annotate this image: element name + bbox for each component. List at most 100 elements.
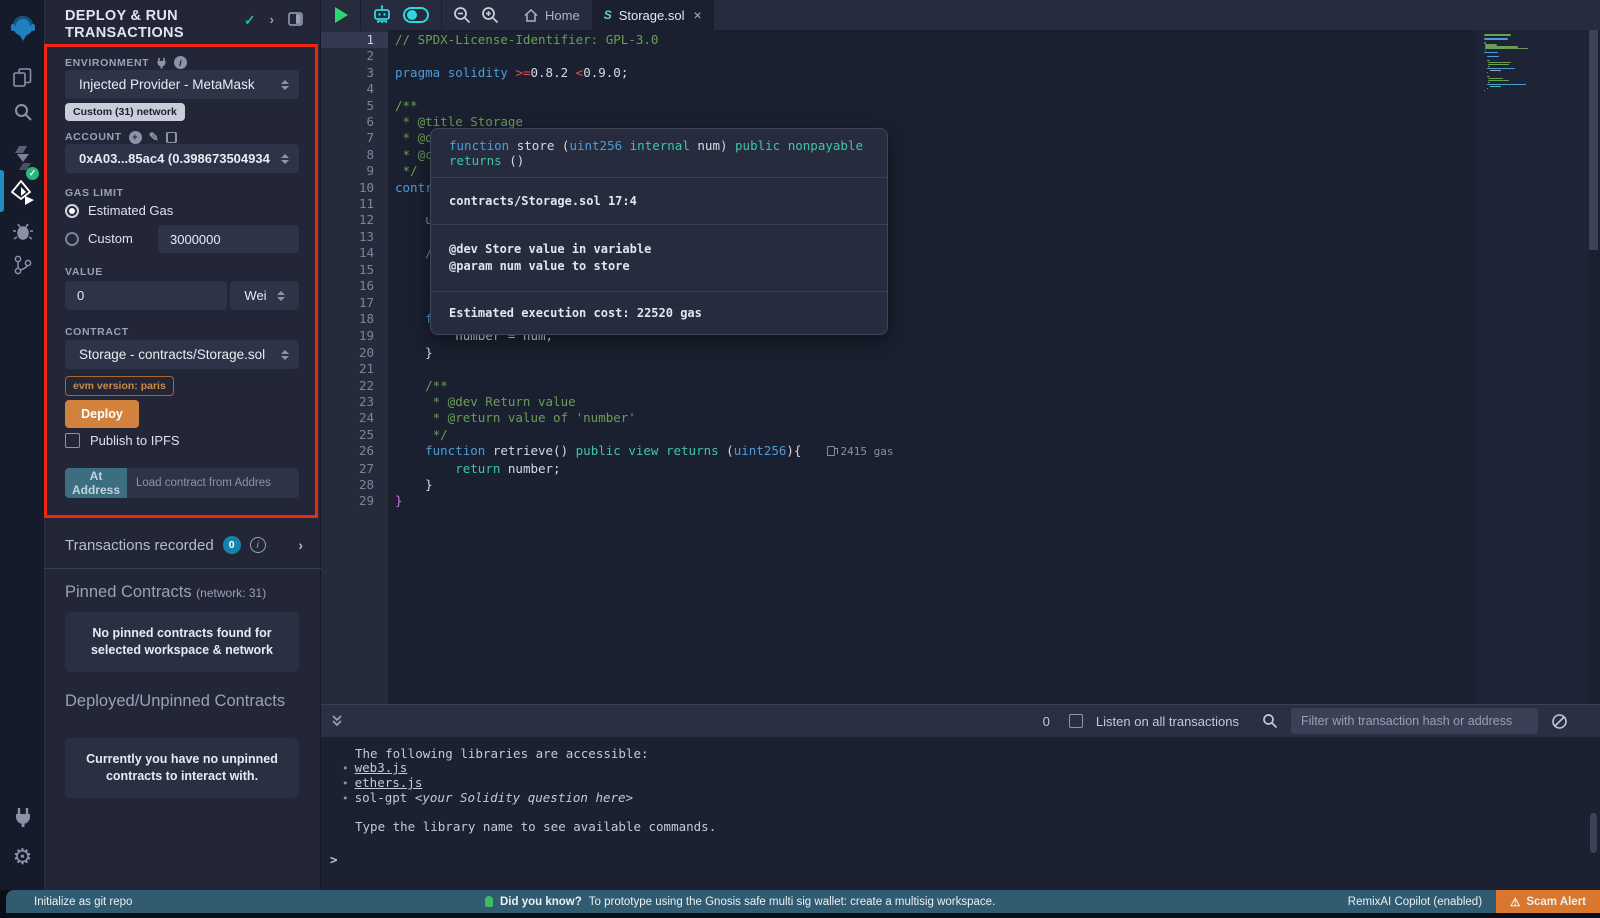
line-number: 16 — [321, 278, 388, 294]
zoom-out-icon[interactable] — [453, 6, 471, 24]
file-explorer-icon[interactable] — [0, 60, 45, 94]
publish-ipfs-row[interactable]: Publish to IPFS — [65, 433, 180, 448]
add-account-icon[interactable]: + — [129, 131, 142, 144]
window-bottom-edge — [0, 913, 1600, 918]
close-tab-icon[interactable]: × — [693, 7, 701, 23]
code-line[interactable]: 27 return number; — [321, 461, 1470, 477]
run-script-play-button[interactable] — [335, 7, 348, 23]
custom-gas-radio[interactable] — [65, 232, 79, 246]
activity-bar: ✓ ⚙ — [0, 0, 45, 890]
fork-environment-icon[interactable] — [156, 57, 167, 69]
pin-panel-icon[interactable] — [288, 12, 303, 26]
estimated-gas-option[interactable]: Estimated Gas — [65, 203, 173, 218]
terminal-scrollbar[interactable] — [1590, 813, 1597, 853]
warning-icon: ⚠ — [1510, 895, 1520, 909]
terminal-prompt[interactable]: > — [330, 852, 338, 867]
settings-gear-icon[interactable]: ⚙ — [0, 840, 45, 874]
publish-ipfs-checkbox[interactable] — [65, 433, 80, 448]
listen-all-checkbox[interactable] — [1069, 714, 1083, 728]
code-line[interactable]: 29} — [321, 493, 1470, 509]
tab-home[interactable]: Home — [512, 0, 592, 30]
editor-scrollbar[interactable] — [1589, 30, 1598, 250]
library-link[interactable]: ethers.js — [355, 776, 423, 790]
transactions-expand-icon[interactable]: › — [298, 537, 303, 553]
clear-console-icon[interactable] — [1551, 713, 1568, 730]
tooltip-location: contracts/Storage.sol 17:4 — [431, 177, 887, 224]
library-link[interactable]: web3.js — [355, 761, 408, 775]
value-unit-select[interactable]: Wei — [230, 281, 299, 310]
transactions-recorded-label: Transactions recorded — [65, 537, 214, 554]
panel-header: DEPLOY & RUN TRANSACTIONS ✓ › — [65, 8, 303, 42]
code-line[interactable]: 25 */ — [321, 427, 1470, 443]
collapse-terminal-icon[interactable] — [330, 714, 344, 728]
code-line[interactable]: 5/** — [321, 98, 1470, 114]
minimap-line — [1487, 72, 1488, 74]
copy-account-icon[interactable] — [166, 132, 177, 143]
line-number: 20 — [321, 345, 388, 361]
environment-info-icon[interactable]: i — [174, 56, 187, 69]
minimap[interactable] — [1476, 30, 1588, 704]
transaction-filter-input[interactable] — [1291, 708, 1538, 734]
code-line[interactable]: 1// SPDX-License-Identifier: GPL-3.0 — [321, 32, 1470, 48]
code-line[interactable]: 26 function retrieve() public view retur… — [321, 443, 1470, 460]
code-line[interactable]: 2 — [321, 48, 1470, 64]
zoom-in-icon[interactable] — [481, 6, 499, 24]
debugger-icon[interactable] — [0, 214, 45, 248]
code-line[interactable]: 4 — [321, 81, 1470, 97]
terminal-solgpt-line: • sol-gpt <your Solidity question here> — [355, 791, 1600, 806]
code-text — [388, 48, 395, 64]
line-number: 7 — [321, 130, 388, 146]
at-address-input[interactable] — [127, 468, 299, 498]
deploy-run-icon[interactable] — [0, 174, 45, 212]
git-icon[interactable] — [0, 248, 45, 282]
git-init-button[interactable]: Initialize as git repo — [34, 896, 132, 908]
transactions-info-icon[interactable]: i — [250, 537, 266, 553]
ai-assistant-robot-icon[interactable] — [371, 4, 393, 26]
listen-all-label: Listen on all transactions — [1096, 714, 1239, 729]
remix-logo[interactable] — [0, 6, 45, 50]
minimap-line — [1484, 90, 1485, 92]
tooltip-doc-line: @param num value to store — [449, 258, 869, 275]
at-address-button[interactable]: At Address — [65, 468, 127, 498]
transactions-recorded-row[interactable]: Transactions recorded 0 i › — [65, 536, 303, 554]
line-number: 28 — [321, 477, 388, 493]
tab-storage-sol[interactable]: S Storage.sol × — [592, 0, 714, 30]
code-line[interactable]: 20 } — [321, 345, 1470, 361]
compiled-check-icon: ✓ — [244, 12, 256, 29]
line-number: 10 — [321, 180, 388, 196]
contract-select[interactable]: Storage - contracts/Storage.sol — [65, 340, 299, 369]
scam-alert-button[interactable]: ⚠ Scam Alert — [1496, 890, 1600, 913]
account-select[interactable]: 0xA03...85ac4 (0.398673504934 — [65, 144, 299, 173]
custom-gas-option[interactable]: Custom — [65, 231, 133, 246]
edit-account-icon[interactable]: ✎ — [149, 130, 160, 144]
minimap-line — [1484, 52, 1498, 54]
line-number: 19 — [321, 328, 388, 344]
code-line[interactable]: 22 /** — [321, 378, 1470, 394]
collapse-panel-icon[interactable]: › — [270, 12, 274, 27]
minimap-line — [1490, 86, 1501, 88]
line-number: 4 — [321, 81, 388, 97]
line-number: 27 — [321, 461, 388, 477]
copilot-toggle[interactable] — [403, 7, 429, 23]
environment-select[interactable]: Injected Provider - MetaMask — [65, 70, 299, 99]
code-line[interactable]: 24 * @return value of 'number' — [321, 410, 1470, 426]
terminal-lib-line: •web3.js — [355, 761, 1600, 776]
deploy-button[interactable]: Deploy — [65, 400, 139, 428]
terminal[interactable]: The following libraries are accessible: … — [321, 737, 1600, 890]
custom-gas-input[interactable] — [158, 225, 299, 253]
code-line[interactable]: 3pragma solidity >=0.8.2 <0.9.0; — [321, 65, 1470, 81]
code-line[interactable]: 21 — [321, 361, 1470, 377]
minimap-line — [1484, 38, 1508, 40]
tooltip-doc: @dev Store value in variable@param num v… — [431, 224, 887, 291]
value-input[interactable] — [65, 281, 227, 310]
code-line[interactable]: 28 } — [321, 477, 1470, 493]
deploy-run-panel: DEPLOY & RUN TRANSACTIONS ✓ › ENVIRONMEN… — [45, 0, 321, 890]
code-line[interactable]: 23 * @dev Return value — [321, 394, 1470, 410]
estimated-gas-radio[interactable] — [65, 204, 79, 218]
copilot-status[interactable]: RemixAI Copilot (enabled) — [1348, 896, 1482, 908]
terminal-search-icon[interactable] — [1262, 713, 1278, 729]
line-number: 22 — [321, 378, 388, 394]
search-icon[interactable] — [0, 95, 45, 129]
solidity-compiler-icon[interactable]: ✓ — [0, 138, 45, 178]
plugin-manager-icon[interactable] — [0, 800, 45, 834]
